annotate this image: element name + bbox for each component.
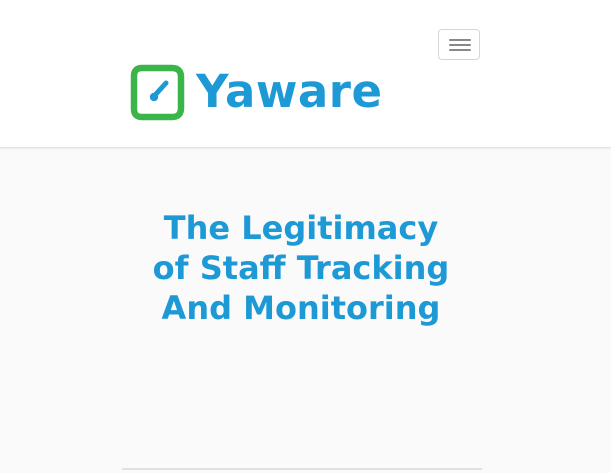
site-header: Yaware <box>0 0 611 148</box>
menu-toggle-button[interactable] <box>438 29 480 60</box>
hamburger-menu-icon <box>449 39 471 41</box>
logo-text: Yaware <box>196 64 383 118</box>
page: Yaware The Legitimacy of Staff Tracking … <box>0 0 611 473</box>
yaware-logo-icon <box>130 64 185 121</box>
page-title: The Legitimacy of Staff Tracking And Mon… <box>152 209 450 327</box>
site-logo[interactable]: Yaware <box>126 62 382 124</box>
hamburger-menu-icon <box>449 49 471 51</box>
hamburger-menu-icon <box>449 44 471 46</box>
content-divider <box>122 468 482 470</box>
